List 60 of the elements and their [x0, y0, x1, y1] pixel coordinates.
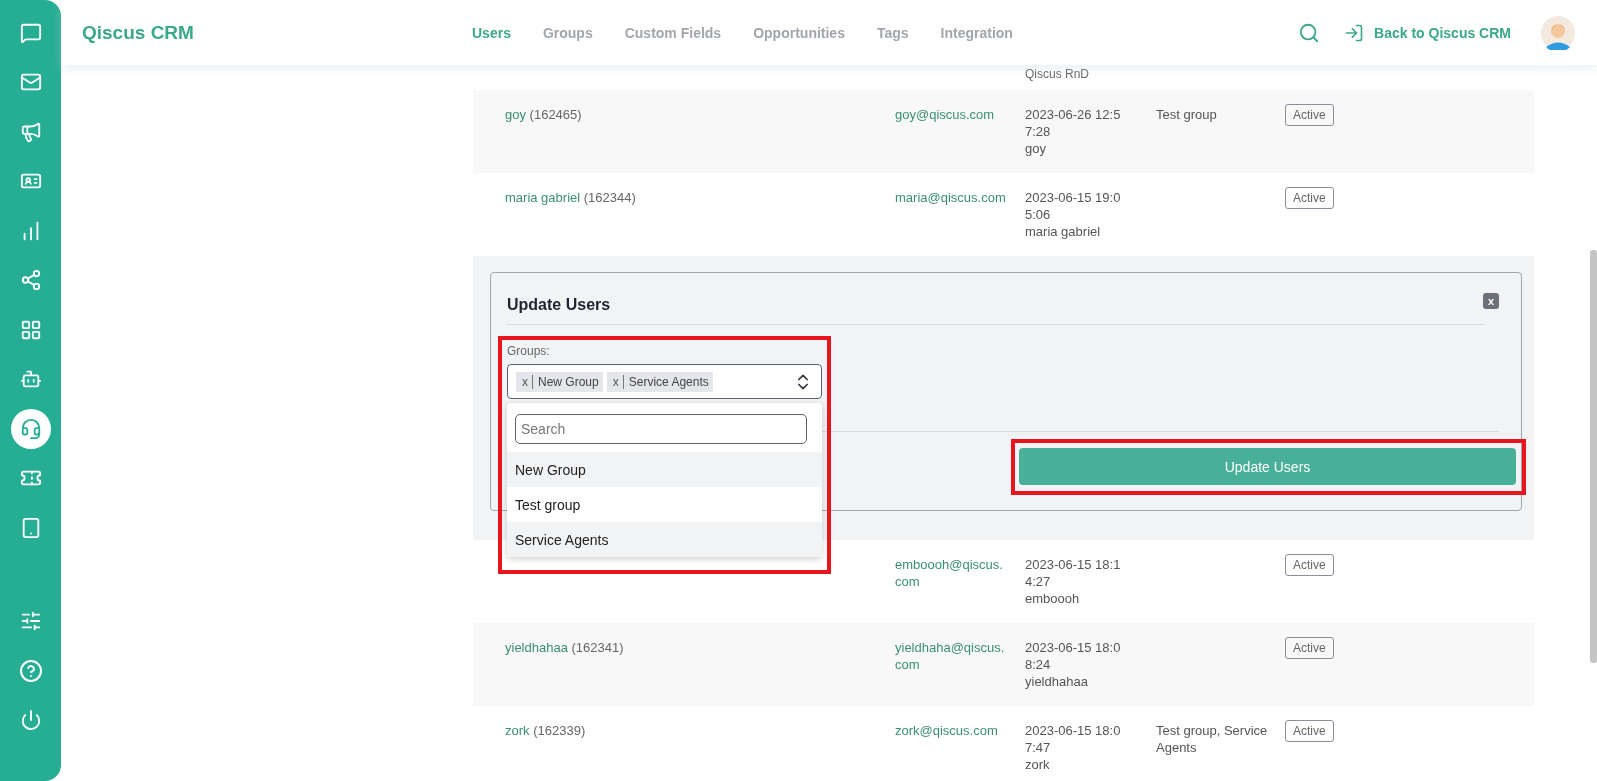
email-link[interactable]: maria@qiscus.com — [895, 189, 1007, 206]
chip-label: Service Agents — [627, 374, 709, 389]
groups-text: Test group — [1156, 106, 1218, 123]
dropdown-option[interactable]: Test group — [507, 487, 822, 522]
back-link[interactable]: Back to Qiscus CRM — [1344, 22, 1511, 43]
help-icon — [18, 658, 43, 683]
user-id: (162341) — [570, 640, 624, 655]
search-field[interactable]: Search — [515, 414, 807, 444]
modal-title: Update Users — [507, 295, 611, 314]
close-button[interactable]: x — [1483, 293, 1499, 309]
nav-tab[interactable]: Groups — [542, 24, 593, 41]
nav-tab[interactable]: Custom Fields — [624, 24, 722, 41]
status-badge: Active — [1285, 554, 1334, 576]
field-label: Groups: — [507, 344, 551, 358]
user-name-link[interactable]: goy — [505, 107, 526, 122]
creator-text: maria gabriel — [1025, 223, 1102, 240]
grid-icon — [19, 318, 42, 341]
nav-tab[interactable]: Integration — [940, 24, 1013, 41]
status-badge: Active — [1285, 720, 1334, 742]
email-link[interactable]: emboooh@qiscus.com — [895, 556, 1007, 590]
status-badge: Active — [1285, 637, 1334, 659]
share-icon — [19, 269, 42, 292]
user-name-link[interactable]: maria gabriel — [505, 190, 581, 205]
search-button[interactable] — [1298, 21, 1321, 44]
chip-remove-button[interactable]: x — [610, 374, 624, 389]
user-id: (162339) — [532, 723, 586, 738]
user-name-link[interactable]: zork — [505, 723, 530, 738]
email-link[interactable]: yieldhaha@qiscus.com — [895, 639, 1007, 673]
nav-tab[interactable]: Tags — [876, 24, 909, 41]
user-id: (162344) — [582, 190, 636, 205]
sign-in-icon — [1344, 22, 1365, 43]
dropdown-option[interactable]: Service Agents — [507, 522, 822, 557]
creator-text: emboooh — [1025, 590, 1081, 607]
sliders-icon — [19, 610, 42, 633]
groups-text: Test group, Service Agents — [1156, 722, 1268, 756]
company-text: Qiscus RnD — [1025, 67, 1089, 81]
scrollbar[interactable] — [1590, 250, 1597, 663]
sidebar-item[interactable] — [10, 408, 51, 449]
user-id: (162465) — [528, 107, 582, 122]
chat-icon — [19, 21, 42, 44]
email-link[interactable]: goy@qiscus.com — [895, 106, 1007, 123]
user-name-link[interactable]: yieldhahaa — [505, 640, 568, 655]
power-icon — [19, 709, 42, 732]
email-link[interactable]: zork@qiscus.com — [895, 722, 1007, 739]
headset-icon — [19, 417, 42, 440]
creator-text: yieldhahaa — [1025, 673, 1089, 690]
status-badge: Active — [1285, 104, 1334, 126]
dropdown-option[interactable]: New Group — [507, 452, 822, 487]
megaphone-icon — [19, 120, 42, 143]
logo: Qiscus CRM — [82, 21, 195, 44]
nav-tab[interactable]: Opportunities — [753, 24, 845, 41]
creator-text: goy — [1025, 140, 1047, 157]
groups-select[interactable]: x New Group x Service Agents — [507, 364, 822, 399]
nav-tab[interactable]: Users — [472, 24, 511, 41]
update-users-button[interactable]: Update Users — [1019, 448, 1516, 485]
avatar[interactable] — [1541, 15, 1575, 50]
chip-label: New Group — [537, 374, 599, 389]
status-badge: Active — [1285, 187, 1334, 209]
chip-remove-button[interactable]: x — [520, 374, 533, 389]
creator-text: zork — [1025, 756, 1051, 773]
